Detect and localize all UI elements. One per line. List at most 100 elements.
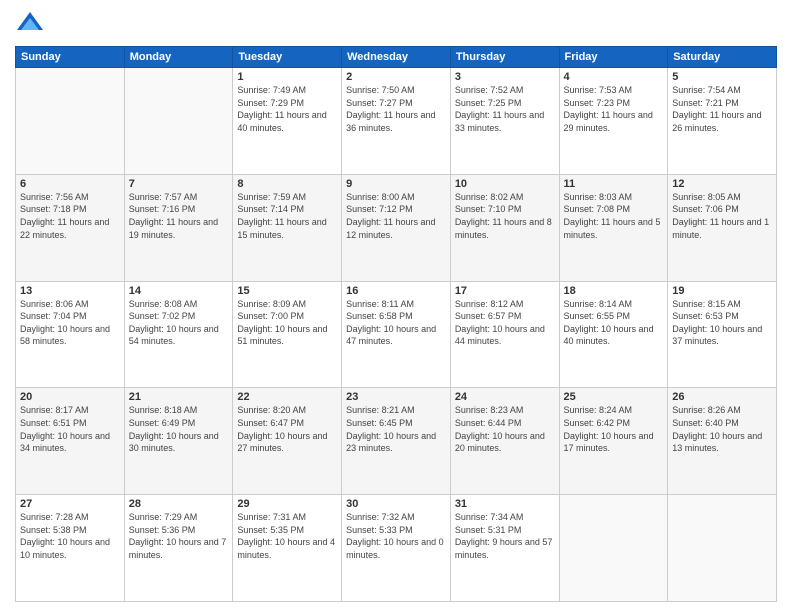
day-info: Sunrise: 7:56 AMSunset: 7:18 PMDaylight:… (20, 191, 120, 241)
day-number: 12 (672, 178, 772, 190)
day-info: Sunrise: 8:14 AMSunset: 6:55 PMDaylight:… (564, 298, 664, 348)
day-number: 17 (455, 285, 555, 297)
day-number: 26 (672, 391, 772, 403)
day-number: 25 (564, 391, 664, 403)
calendar-cell: 3Sunrise: 7:52 AMSunset: 7:25 PMDaylight… (450, 68, 559, 175)
calendar-cell: 8Sunrise: 7:59 AMSunset: 7:14 PMDaylight… (233, 174, 342, 281)
day-number: 1 (237, 71, 337, 83)
day-number: 15 (237, 285, 337, 297)
day-info: Sunrise: 8:11 AMSunset: 6:58 PMDaylight:… (346, 298, 446, 348)
day-info: Sunrise: 8:26 AMSunset: 6:40 PMDaylight:… (672, 404, 772, 454)
day-info: Sunrise: 8:23 AMSunset: 6:44 PMDaylight:… (455, 404, 555, 454)
day-info: Sunrise: 7:34 AMSunset: 5:31 PMDaylight:… (455, 511, 555, 561)
day-info: Sunrise: 7:53 AMSunset: 7:23 PMDaylight:… (564, 84, 664, 134)
day-number: 6 (20, 178, 120, 190)
calendar-cell: 12Sunrise: 8:05 AMSunset: 7:06 PMDayligh… (668, 174, 777, 281)
calendar-week-row: 6Sunrise: 7:56 AMSunset: 7:18 PMDaylight… (16, 174, 777, 281)
day-number: 13 (20, 285, 120, 297)
day-info: Sunrise: 7:59 AMSunset: 7:14 PMDaylight:… (237, 191, 337, 241)
calendar-cell: 16Sunrise: 8:11 AMSunset: 6:58 PMDayligh… (342, 281, 451, 388)
day-info: Sunrise: 8:08 AMSunset: 7:02 PMDaylight:… (129, 298, 229, 348)
day-number: 31 (455, 498, 555, 510)
day-number: 14 (129, 285, 229, 297)
calendar-cell: 31Sunrise: 7:34 AMSunset: 5:31 PMDayligh… (450, 495, 559, 602)
day-info: Sunrise: 8:15 AMSunset: 6:53 PMDaylight:… (672, 298, 772, 348)
page-header (15, 10, 777, 40)
calendar-header-row: SundayMondayTuesdayWednesdayThursdayFrid… (16, 47, 777, 68)
day-number: 29 (237, 498, 337, 510)
calendar-cell (668, 495, 777, 602)
day-number: 4 (564, 71, 664, 83)
day-info: Sunrise: 8:24 AMSunset: 6:42 PMDaylight:… (564, 404, 664, 454)
calendar-cell: 27Sunrise: 7:28 AMSunset: 5:38 PMDayligh… (16, 495, 125, 602)
calendar-cell: 28Sunrise: 7:29 AMSunset: 5:36 PMDayligh… (124, 495, 233, 602)
calendar-cell (124, 68, 233, 175)
day-info: Sunrise: 8:09 AMSunset: 7:00 PMDaylight:… (237, 298, 337, 348)
day-info: Sunrise: 8:05 AMSunset: 7:06 PMDaylight:… (672, 191, 772, 241)
calendar-week-row: 20Sunrise: 8:17 AMSunset: 6:51 PMDayligh… (16, 388, 777, 495)
calendar-table: SundayMondayTuesdayWednesdayThursdayFrid… (15, 46, 777, 602)
day-info: Sunrise: 7:57 AMSunset: 7:16 PMDaylight:… (129, 191, 229, 241)
day-info: Sunrise: 7:49 AMSunset: 7:29 PMDaylight:… (237, 84, 337, 134)
day-number: 19 (672, 285, 772, 297)
calendar-cell: 1Sunrise: 7:49 AMSunset: 7:29 PMDaylight… (233, 68, 342, 175)
day-of-week-header: Monday (124, 47, 233, 68)
day-of-week-header: Saturday (668, 47, 777, 68)
calendar-cell: 13Sunrise: 8:06 AMSunset: 7:04 PMDayligh… (16, 281, 125, 388)
calendar-cell: 20Sunrise: 8:17 AMSunset: 6:51 PMDayligh… (16, 388, 125, 495)
calendar-cell: 5Sunrise: 7:54 AMSunset: 7:21 PMDaylight… (668, 68, 777, 175)
calendar-cell: 22Sunrise: 8:20 AMSunset: 6:47 PMDayligh… (233, 388, 342, 495)
logo-icon (15, 10, 45, 40)
day-info: Sunrise: 7:50 AMSunset: 7:27 PMDaylight:… (346, 84, 446, 134)
day-info: Sunrise: 8:17 AMSunset: 6:51 PMDaylight:… (20, 404, 120, 454)
calendar-cell: 14Sunrise: 8:08 AMSunset: 7:02 PMDayligh… (124, 281, 233, 388)
day-of-week-header: Wednesday (342, 47, 451, 68)
day-number: 9 (346, 178, 446, 190)
day-of-week-header: Tuesday (233, 47, 342, 68)
day-number: 30 (346, 498, 446, 510)
calendar-cell: 10Sunrise: 8:02 AMSunset: 7:10 PMDayligh… (450, 174, 559, 281)
calendar-cell (559, 495, 668, 602)
calendar-cell (16, 68, 125, 175)
day-number: 11 (564, 178, 664, 190)
day-number: 10 (455, 178, 555, 190)
calendar-cell: 26Sunrise: 8:26 AMSunset: 6:40 PMDayligh… (668, 388, 777, 495)
day-of-week-header: Thursday (450, 47, 559, 68)
day-info: Sunrise: 7:54 AMSunset: 7:21 PMDaylight:… (672, 84, 772, 134)
day-info: Sunrise: 8:12 AMSunset: 6:57 PMDaylight:… (455, 298, 555, 348)
day-number: 28 (129, 498, 229, 510)
day-info: Sunrise: 7:28 AMSunset: 5:38 PMDaylight:… (20, 511, 120, 561)
day-of-week-header: Friday (559, 47, 668, 68)
calendar-cell: 24Sunrise: 8:23 AMSunset: 6:44 PMDayligh… (450, 388, 559, 495)
calendar-cell: 19Sunrise: 8:15 AMSunset: 6:53 PMDayligh… (668, 281, 777, 388)
day-number: 7 (129, 178, 229, 190)
calendar-cell: 18Sunrise: 8:14 AMSunset: 6:55 PMDayligh… (559, 281, 668, 388)
calendar-cell: 6Sunrise: 7:56 AMSunset: 7:18 PMDaylight… (16, 174, 125, 281)
day-info: Sunrise: 7:52 AMSunset: 7:25 PMDaylight:… (455, 84, 555, 134)
day-number: 8 (237, 178, 337, 190)
day-info: Sunrise: 7:32 AMSunset: 5:33 PMDaylight:… (346, 511, 446, 561)
day-info: Sunrise: 8:20 AMSunset: 6:47 PMDaylight:… (237, 404, 337, 454)
day-info: Sunrise: 8:21 AMSunset: 6:45 PMDaylight:… (346, 404, 446, 454)
logo (15, 10, 49, 40)
calendar-cell: 15Sunrise: 8:09 AMSunset: 7:00 PMDayligh… (233, 281, 342, 388)
day-number: 16 (346, 285, 446, 297)
day-number: 2 (346, 71, 446, 83)
calendar-cell: 17Sunrise: 8:12 AMSunset: 6:57 PMDayligh… (450, 281, 559, 388)
day-info: Sunrise: 8:02 AMSunset: 7:10 PMDaylight:… (455, 191, 555, 241)
calendar-cell: 23Sunrise: 8:21 AMSunset: 6:45 PMDayligh… (342, 388, 451, 495)
day-number: 21 (129, 391, 229, 403)
day-number: 20 (20, 391, 120, 403)
calendar-week-row: 27Sunrise: 7:28 AMSunset: 5:38 PMDayligh… (16, 495, 777, 602)
day-of-week-header: Sunday (16, 47, 125, 68)
day-info: Sunrise: 8:06 AMSunset: 7:04 PMDaylight:… (20, 298, 120, 348)
day-number: 5 (672, 71, 772, 83)
calendar-cell: 9Sunrise: 8:00 AMSunset: 7:12 PMDaylight… (342, 174, 451, 281)
day-number: 23 (346, 391, 446, 403)
day-number: 27 (20, 498, 120, 510)
calendar-week-row: 1Sunrise: 7:49 AMSunset: 7:29 PMDaylight… (16, 68, 777, 175)
calendar-cell: 2Sunrise: 7:50 AMSunset: 7:27 PMDaylight… (342, 68, 451, 175)
day-info: Sunrise: 7:31 AMSunset: 5:35 PMDaylight:… (237, 511, 337, 561)
calendar-cell: 21Sunrise: 8:18 AMSunset: 6:49 PMDayligh… (124, 388, 233, 495)
day-info: Sunrise: 8:03 AMSunset: 7:08 PMDaylight:… (564, 191, 664, 241)
